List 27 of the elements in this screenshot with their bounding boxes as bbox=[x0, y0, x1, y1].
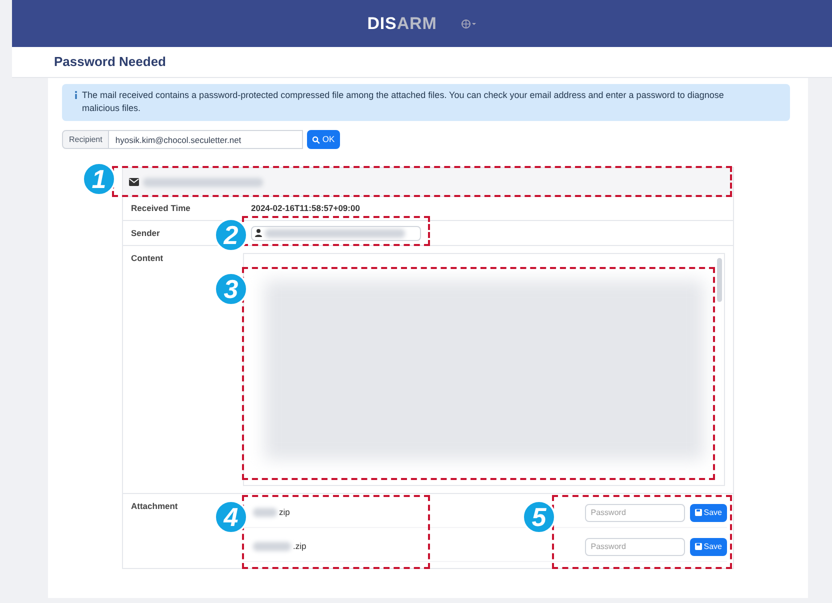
redacted-filename bbox=[253, 542, 291, 551]
save-button[interactable]: Save bbox=[690, 538, 727, 556]
floppy-icon bbox=[694, 543, 702, 550]
envelope-icon bbox=[129, 178, 139, 186]
recipient-field[interactable]: hyosik.kim@chocol.seculetter.net bbox=[109, 130, 304, 149]
scrollbar bbox=[717, 258, 722, 302]
search-icon bbox=[312, 136, 320, 144]
received-time-label: Received Time bbox=[130, 202, 192, 215]
logo: DISARM bbox=[367, 12, 437, 35]
page-title: Password Needed bbox=[54, 53, 166, 72]
info-icon bbox=[74, 91, 78, 99]
attachment-name: .zip bbox=[293, 540, 306, 553]
password-field[interactable]: Password bbox=[584, 504, 685, 522]
password-field[interactable]: Password bbox=[584, 538, 685, 556]
info-message: The mail received contains a password-protected compressed file among the attached files. You can check your email address and enter a password to diagnose malicious files. bbox=[82, 89, 725, 115]
redacted-filename bbox=[253, 508, 277, 517]
ok-button[interactable]: OK bbox=[307, 130, 340, 149]
received-time-value: 2024-02-16T11:58:57+09:00 bbox=[251, 202, 360, 215]
attachment-label: Attachment bbox=[131, 501, 178, 511]
globe-icon[interactable] bbox=[460, 18, 477, 28]
content-label: Content bbox=[131, 253, 164, 263]
person-icon bbox=[255, 229, 262, 237]
sender-label: Sender bbox=[131, 228, 160, 238]
recipient-label: Recipient bbox=[62, 130, 110, 149]
save-button[interactable]: Save bbox=[690, 504, 727, 522]
floppy-icon bbox=[694, 509, 702, 516]
attachment-name: zip bbox=[279, 506, 290, 519]
